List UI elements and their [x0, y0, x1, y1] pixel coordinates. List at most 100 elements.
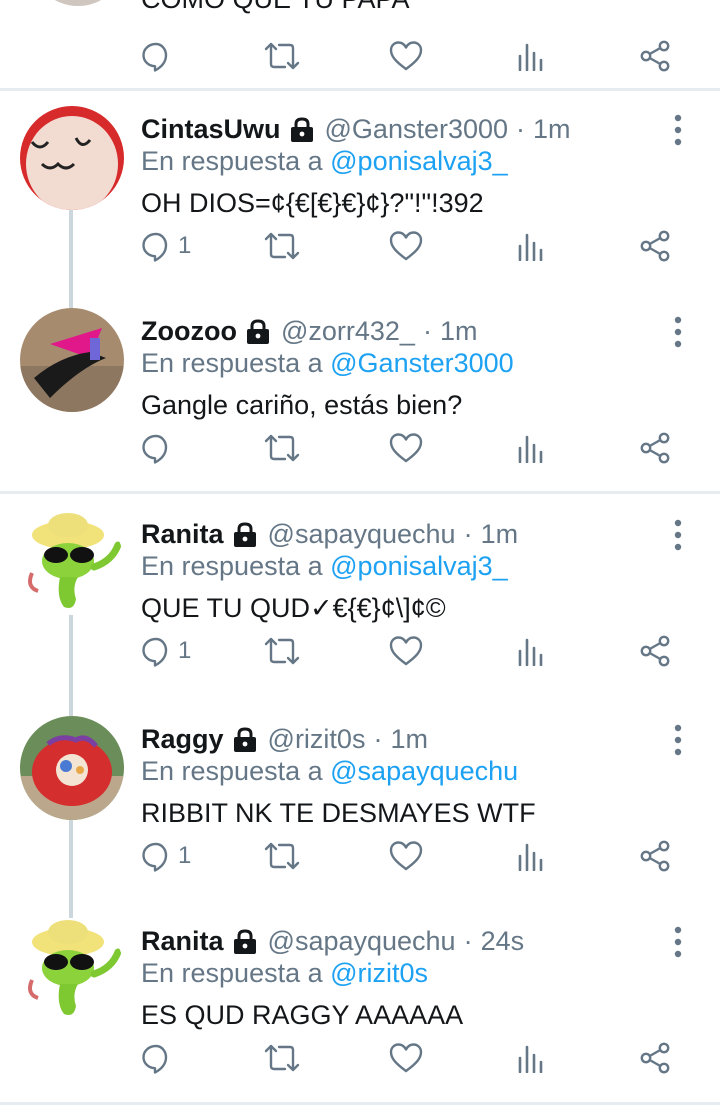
retweet-icon — [264, 637, 300, 665]
tweet[interactable]: Ranita @sapayquechu · 24s En respuesta a @ri… — [0, 918, 720, 1120]
analytics-button[interactable] — [517, 629, 545, 673]
display-name[interactable]: Zoozoo — [141, 316, 237, 347]
tweet-text: COMO QUE TU PAPA — [141, 0, 410, 15]
analytics-icon — [518, 43, 543, 71]
avatar[interactable] — [30, 0, 126, 6]
tweet[interactable]: Ranita @sapayquechu · 1m En respuesta a @pon… — [0, 511, 720, 713]
share-button[interactable] — [639, 1036, 671, 1080]
tweet-header: Ranita @sapayquechu · 24s — [141, 926, 524, 957]
analytics-icon — [518, 435, 543, 463]
analytics-icon — [518, 638, 543, 666]
like-button[interactable] — [389, 224, 423, 268]
tweet[interactable]: Raggy @rizit0s · 1m En respuesta a @sapayque… — [0, 716, 720, 918]
share-icon — [640, 432, 670, 464]
heart-icon — [389, 841, 423, 871]
reply-context: En respuesta a @ponisalvaj3_ — [141, 146, 508, 177]
tweet-actions — [0, 426, 720, 470]
user-handle[interactable]: @Ganster3000 — [325, 114, 509, 145]
reply-mention-link[interactable]: @rizit0s — [330, 958, 428, 988]
reply-context: En respuesta a @Ganster3000 — [141, 348, 514, 379]
like-button[interactable] — [389, 34, 423, 78]
timestamp[interactable]: 1m — [390, 724, 428, 755]
avatar[interactable] — [20, 308, 124, 412]
more-button[interactable] — [664, 722, 692, 758]
share-button[interactable] — [639, 34, 671, 78]
retweet-icon — [264, 842, 300, 870]
reply-button[interactable] — [140, 34, 172, 78]
share-icon — [640, 840, 670, 872]
analytics-button[interactable] — [517, 834, 545, 878]
reply-button[interactable]: 1 — [140, 224, 191, 268]
display-name[interactable]: Raggy — [141, 724, 224, 755]
timestamp[interactable]: 1m — [533, 114, 571, 145]
reply-mention-link[interactable]: @sapayquechu — [330, 756, 518, 786]
like-button[interactable] — [389, 834, 423, 878]
user-handle[interactable]: @zorr432_ — [281, 316, 415, 347]
separator-dot: · — [516, 114, 526, 144]
more-vertical-icon — [674, 114, 682, 146]
timestamp[interactable]: 1m — [481, 519, 519, 550]
tweet[interactable]: Zoozoo @zorr432_ · 1m En respuesta a @Ganste… — [0, 308, 720, 510]
tweet-header: Raggy @rizit0s · 1m — [141, 724, 428, 755]
tweet-header: Ranita @sapayquechu · 1m — [141, 519, 518, 550]
heart-icon — [389, 231, 423, 261]
retweet-button[interactable] — [264, 426, 300, 470]
separator-dot: · — [373, 724, 383, 754]
like-button[interactable] — [389, 426, 423, 470]
retweet-button[interactable] — [264, 34, 300, 78]
retweet-icon — [264, 42, 300, 70]
more-button[interactable] — [664, 517, 692, 553]
lock-icon — [233, 928, 256, 954]
analytics-button[interactable] — [517, 34, 545, 78]
reply-button[interactable] — [140, 426, 178, 470]
retweet-button[interactable] — [264, 224, 300, 268]
reply-count: 1 — [178, 637, 192, 664]
display-name[interactable]: Ranita — [141, 926, 224, 957]
avatar[interactable] — [20, 511, 124, 615]
timestamp[interactable]: 24s — [481, 926, 525, 957]
more-vertical-icon — [674, 926, 682, 958]
user-handle[interactable]: @sapayquechu — [268, 926, 456, 957]
separator-dot: · — [422, 316, 432, 346]
retweet-icon — [264, 232, 300, 260]
reply-button[interactable]: 1 — [140, 629, 191, 673]
reply-button[interactable]: 1 — [140, 834, 191, 878]
like-button[interactable] — [389, 629, 423, 673]
share-button[interactable] — [639, 834, 671, 878]
more-button[interactable] — [664, 112, 692, 148]
more-button[interactable] — [664, 314, 692, 350]
display-name[interactable]: CintasUwu — [141, 114, 281, 145]
display-name[interactable]: Ranita — [141, 519, 224, 550]
analytics-button[interactable] — [517, 224, 545, 268]
reply-prefix: En respuesta a — [141, 146, 323, 176]
reply-mention-link[interactable]: @ponisalvaj3_ — [330, 146, 508, 176]
avatar[interactable] — [20, 716, 124, 820]
previous-tweet[interactable]: COMO QUE TU PAPA — [0, 0, 720, 90]
reply-icon — [142, 232, 168, 262]
user-handle[interactable]: @sapayquechu — [268, 519, 456, 550]
retweet-button[interactable] — [264, 629, 300, 673]
tweet[interactable]: CintasUwu @Ganster3000 · 1m En respuesta a @… — [0, 106, 720, 308]
avatar[interactable] — [20, 106, 124, 210]
share-button[interactable] — [639, 224, 671, 268]
share-button[interactable] — [639, 629, 671, 673]
retweet-icon — [264, 434, 300, 462]
analytics-button[interactable] — [517, 1036, 545, 1080]
lock-icon — [233, 521, 256, 547]
user-handle[interactable]: @rizit0s — [268, 724, 366, 755]
avatar[interactable] — [20, 918, 124, 1022]
reply-mention-link[interactable]: @Ganster3000 — [330, 348, 514, 378]
reply-button[interactable] — [140, 1036, 178, 1080]
heart-icon — [389, 1043, 423, 1073]
share-button[interactable] — [639, 426, 671, 470]
retweet-button[interactable] — [264, 1036, 300, 1080]
reply-mention-link[interactable]: @ponisalvaj3_ — [330, 551, 508, 581]
reply-icon — [142, 434, 168, 464]
tweet-actions — [0, 34, 720, 78]
tweet-actions: 1 — [0, 834, 720, 878]
analytics-button[interactable] — [517, 426, 545, 470]
more-button[interactable] — [664, 924, 692, 960]
like-button[interactable] — [389, 1036, 423, 1080]
timestamp[interactable]: 1m — [440, 316, 478, 347]
retweet-button[interactable] — [264, 834, 300, 878]
